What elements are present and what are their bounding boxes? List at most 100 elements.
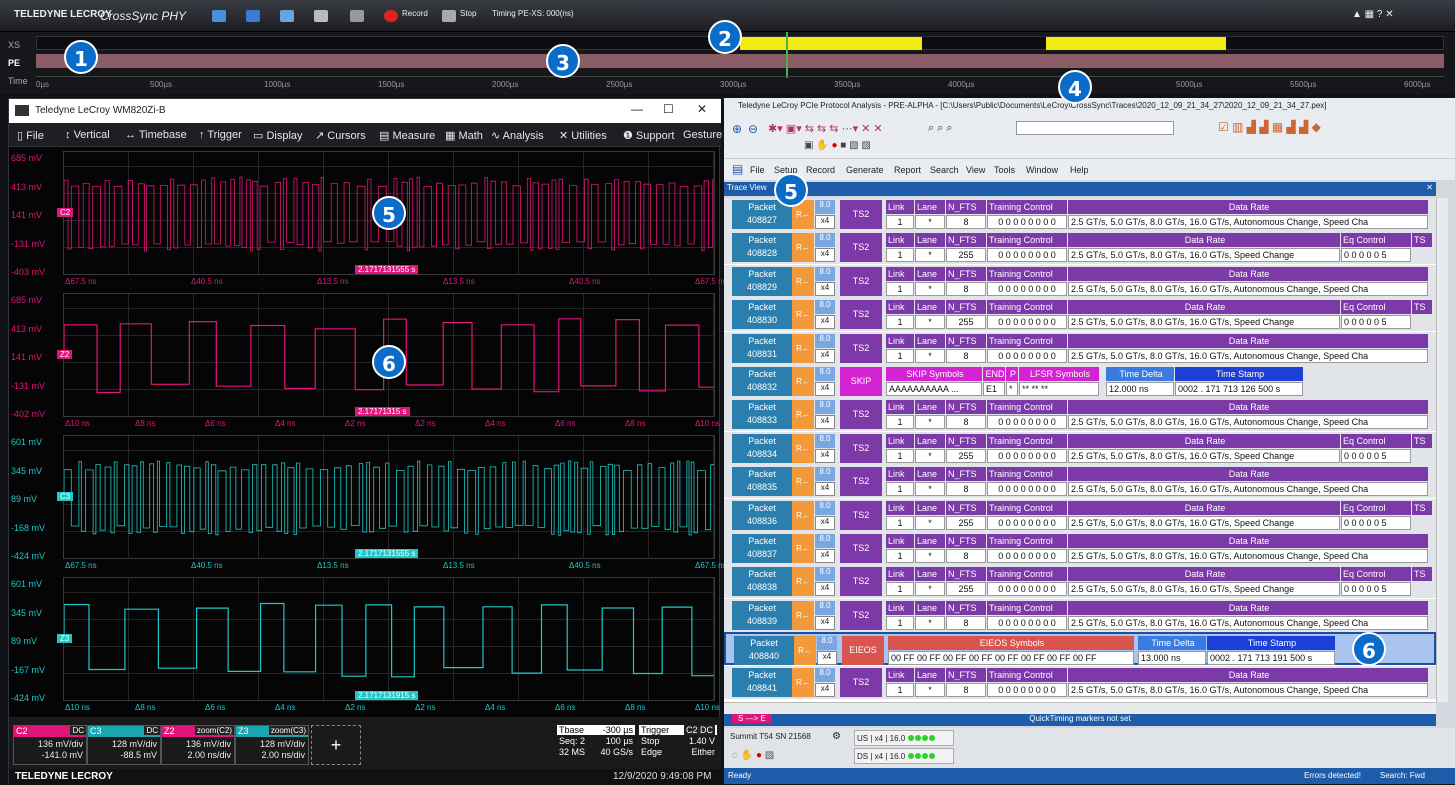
channel-header: Z3 zoom(C3) [236,726,308,737]
packet-row[interactable]: Packet 408834 R← 8.0 x4 TS2 Link 1 Lane * N_FTS 255… [724,431,1436,465]
packet-label: Packet [748,536,776,546]
menu-vertical[interactable]: ↕ Vertical [65,129,110,141]
pa-menu-search[interactable]: Search [930,165,959,175]
packet-id: 408828 [746,248,778,259]
menu-analysis[interactable]: ∿ Analysis [491,129,544,142]
stop-icon[interactable] [442,10,456,22]
pa-menu-file[interactable]: File [750,165,765,175]
packet-row[interactable]: Packet 408828 R← 8.0 x4 TS2 Link 1 Lane * N_FTS 255… [724,231,1436,265]
menu-utilities[interactable]: ✕ Utilities [559,129,607,142]
xs-capture-segment-2[interactable] [1046,37,1226,50]
packet-row[interactable]: Packet 408840 R← 8.0 x4 EIEOS EIEOS Symbols 00 … [724,632,1436,666]
menu-timebase[interactable]: ↔ Timebase [125,129,187,141]
search-direction[interactable]: Search: Fwd [1380,771,1425,780]
search-icons[interactable]: ⌕ ⌕ ⌕ [928,122,953,135]
packet-row[interactable]: Packet 408827 R← 8.0 x4 TS2 Link 1 Lane * N_FTS 8 Tr… [724,198,1436,231]
zoom-out-icon[interactable]: ⊖ [748,122,758,136]
analyzer-controls[interactable]: ◌ ✋ ● ▧ [732,750,774,761]
menu-math[interactable]: ▦ Math [445,129,483,142]
field-value: 1 [886,448,914,463]
pa-menu-help[interactable]: Help [1070,165,1089,175]
packet-row[interactable]: Packet 408837 R← 8.0 x4 TS2 Link 1 Lane * N_FTS 8 Tr… [724,532,1436,565]
field-header: Data Rate [1068,333,1428,348]
maximize-icon[interactable]: ☐ [663,102,674,116]
record-button[interactable]: Record [402,9,428,18]
packet-row[interactable]: Packet 408836 R← 8.0 x4 TS2 Link 1 Lane * N_FTS 255… [724,498,1436,532]
filter-icons[interactable]: ✱▾ ▣▾ ⇆ ⇆ ⇆ ⋯▾ ✕ ✕ [768,122,883,135]
ordered-set-type: TS2 [840,200,882,229]
pe-capture-segment[interactable] [36,54,1444,68]
menu-cursors[interactable]: ↗ Cursors [315,129,366,142]
packet-row[interactable]: Packet 408835 R← 8.0 x4 TS2 Link 1 Lane * N_FTS 8 Tr… [724,465,1436,499]
settings-gear-icon[interactable]: ⚙ [832,731,841,742]
packet-row[interactable]: Packet 408829 R← 8.0 x4 TS2 Link 1 Lane * N_FTS 8 Tr… [724,264,1436,298]
menu-support[interactable]: ❶ Support [623,129,674,142]
packet-row[interactable]: Packet 408839 R← 8.0 x4 TS2 Link 1 Lane * N_FTS 8 Tr… [724,598,1436,632]
channel-marker[interactable]: C2 [57,208,74,217]
trace-view-close-icon[interactable]: ✕ [1426,183,1433,192]
menu-trigger[interactable]: ↑ Trigger [199,129,242,141]
packet-row[interactable]: Packet 408830 R← 8.0 x4 TS2 Link 1 Lane * N_FTS 255… [724,298,1436,332]
y-axis-label: 685 mV [11,153,43,163]
print-icon[interactable] [314,10,328,22]
save-icon[interactable] [246,10,260,22]
channel-descriptor-c2[interactable]: C2 DC 136 mV/div -141.0 mV [13,725,87,765]
record-controls[interactable]: ▣ ✋ ● ■ ▧ ▧ [804,140,871,151]
field-value: * [915,315,945,330]
timebase-box[interactable]: Tbase -300 µs Seq: 2 100 µs 32 MS 40 GS/s [557,725,635,765]
waveform-grid[interactable] [63,577,715,701]
channel-descriptor-z3[interactable]: Z3 zoom(C3) 128 mV/div 2.00 ns/div [235,725,309,765]
record-icon[interactable] [384,10,398,22]
pa-menu-bar: ▤ File Setup Record Generate Report Sear… [724,158,1455,180]
packet-number: Packet 408839 [732,600,792,630]
add-channel-button[interactable]: + [311,725,361,765]
trigger-box[interactable]: Trigger C2 DC Stop 1.40 V Edge Either [639,725,717,765]
trace-vertical-scrollbar[interactable] [1436,198,1448,702]
channel-descriptor-z2[interactable]: Z2 zoom(C2) 136 mV/div 2.00 ns/div [161,725,235,765]
pa-menu-record[interactable]: Record [806,165,835,175]
width-cell: x4 [815,382,835,396]
pa-menu-view[interactable]: View [966,165,985,175]
menu-gesture[interactable]: Gesture [683,129,722,141]
ordered-set-type: TS2 [840,600,882,630]
waveform-grid[interactable] [63,435,715,559]
packet-row[interactable]: Packet 408831 R← 8.0 x4 TS2 Link 1 Lane * N_FTS 8 Tr… [724,331,1436,365]
pa-menu-generate[interactable]: Generate [846,165,884,175]
field-value: * [915,682,945,697]
zoom-in-icon[interactable]: ⊕ [732,122,742,136]
minimize-icon[interactable]: — [631,102,643,116]
report-icons[interactable]: ☑ ▥ ▟ ▟ ▦ ▟ ▟ ◆ [1218,120,1321,134]
ready-status: Ready [728,771,752,780]
field-value: 0002 . 171 713 191 500 s [1207,651,1335,666]
menu-display[interactable]: ▭ Display [253,129,303,142]
open-folder-icon[interactable] [212,10,226,22]
pa-menu-window[interactable]: Window [1026,165,1058,175]
field-header: Training Control [987,333,1067,348]
channel-descriptor-c3[interactable]: C3 DC 128 mV/div -88.5 mV [87,725,161,765]
windows-icon[interactable] [280,10,294,22]
channel-marker[interactable]: Z2 [57,350,73,359]
channel-marker[interactable]: C3 [57,492,74,501]
search-combo[interactable] [1016,121,1174,135]
xs-capture-segment-1[interactable] [740,37,922,50]
packet-row[interactable]: Packet 408833 R← 8.0 x4 TS2 Link 1 Lane * N_FTS 8 Tr… [724,398,1436,432]
pa-menu-report[interactable]: Report [894,165,921,175]
trace-horizontal-scrollbar[interactable] [724,702,1436,714]
tools-icon[interactable] [350,10,364,22]
field-header: N_FTS [946,266,986,281]
start-end-marker[interactable]: S —> E [732,714,772,723]
sync-marker[interactable] [786,32,788,78]
errors-status[interactable]: Errors detected! [1304,771,1361,780]
pa-menu-tools[interactable]: Tools [994,165,1015,175]
channel-marker[interactable]: Z3 [57,634,73,643]
menu-measure[interactable]: ▤ Measure [379,129,435,142]
window-controls[interactable]: ▲ ▦ ? ✕ [1352,9,1394,20]
trace-list[interactable]: Packet 408827 R← 8.0 x4 TS2 Link 1 Lane * N_FTS 8 Tr… [724,198,1436,702]
packet-row[interactable]: Packet 408841 R← 8.0 x4 TS2 Link 1 Lane * N_FTS 8 Tr… [724,665,1436,699]
close-icon[interactable]: ✕ [697,102,707,116]
quicktiming-bar[interactable]: S —> E QuickTiming markers not set [724,714,1436,726]
packet-row[interactable]: Packet 408838 R← 8.0 x4 TS2 Link 1 Lane * N_FTS 255… [724,565,1436,599]
packet-row[interactable]: Packet 408832 R← 8.0 x4 SKIP SKIP Symbols AAAAA… [724,365,1436,398]
stop-button[interactable]: Stop [460,9,476,18]
menu-file[interactable]: ▯ File [17,129,44,142]
